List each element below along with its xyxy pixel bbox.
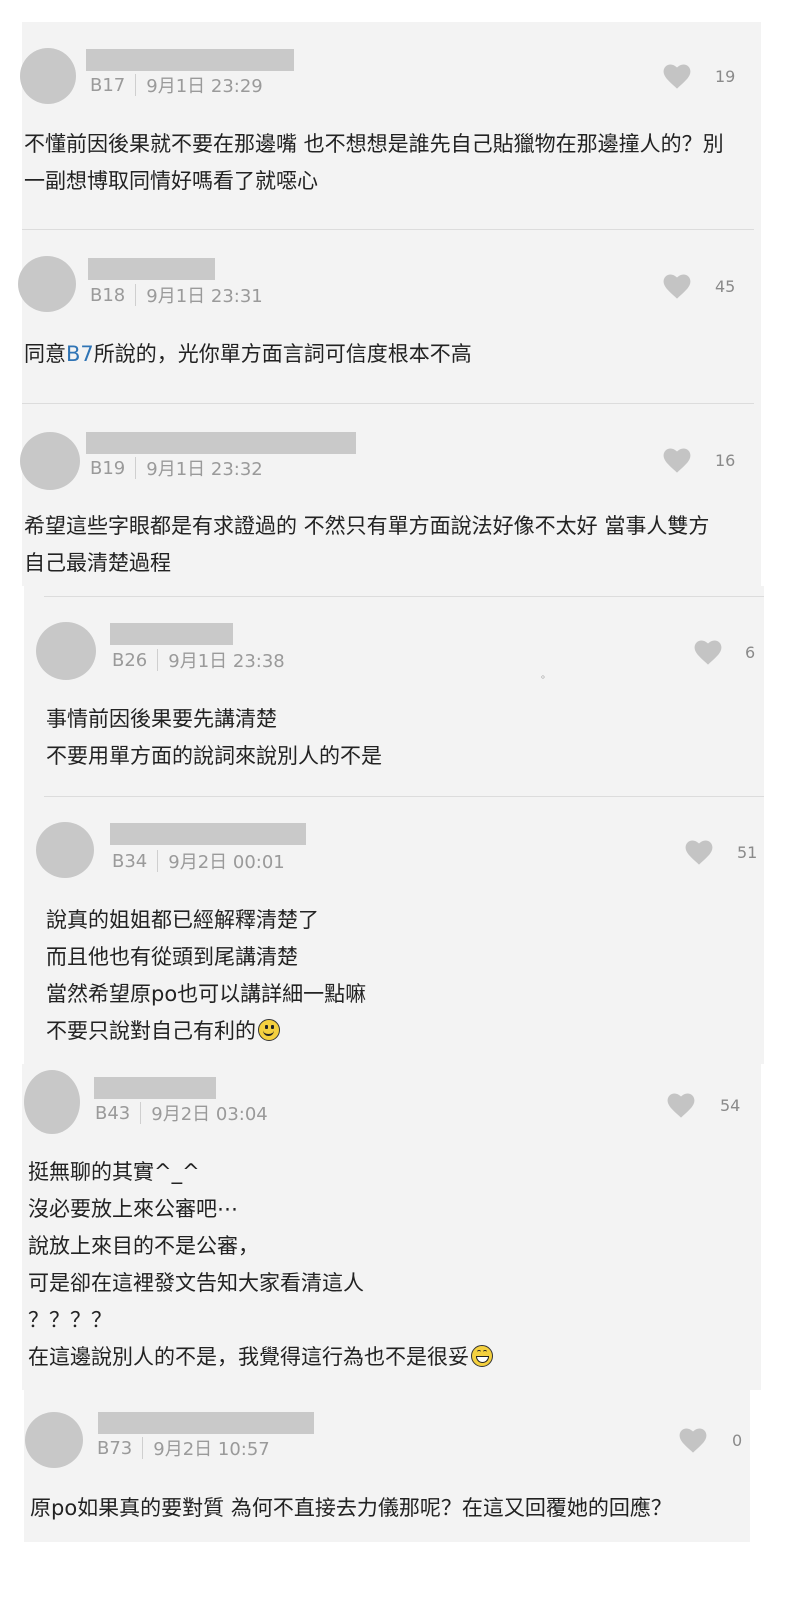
comment-text-pre: 同意 xyxy=(24,342,66,366)
comment-divider xyxy=(44,596,764,597)
grinning-face-emoji xyxy=(471,1345,493,1367)
comment-line: 一副想博取同情好嗎看了就噁心 xyxy=(24,169,318,193)
stray-mark: 。 xyxy=(541,670,551,681)
comment-body: 原po如果真的要對質 為何不直接去力儀那呢？在這又回覆她的回應？ xyxy=(30,1490,672,1527)
heart-icon[interactable] xyxy=(679,1428,707,1454)
floor-number[interactable]: B17 xyxy=(90,75,125,96)
comment-line: 在這邊說別人的不是，我覺得這行為也不是很妥 xyxy=(28,1339,493,1376)
comment-text: 在這邊說別人的不是，我覺得這行為也不是很妥 xyxy=(28,1345,469,1369)
username-redacted[interactable] xyxy=(86,49,294,71)
username-redacted[interactable] xyxy=(110,623,233,645)
comment-time: 9月1日 23:29 xyxy=(146,76,263,97)
comment-line: 說放上來目的不是公審， xyxy=(28,1234,259,1258)
comment-line: 沒必要放上來公審吧⋯ xyxy=(28,1197,238,1221)
comment-time: 9月1日 23:31 xyxy=(146,286,263,307)
comment-time: 9月1日 23:38 xyxy=(168,651,285,672)
comment-line: 同意B7所說的，光你單方面言詞可信度根本不高 xyxy=(24,336,472,373)
comment-meta: B17 9月1日 23:29 xyxy=(90,73,263,97)
heart-icon[interactable] xyxy=(663,64,691,90)
floor-number[interactable]: B18 xyxy=(90,285,125,306)
comment-body: 說真的姐姐都已經解釋清楚了 而且他也有從頭到尾講清楚 當然希望原po也可以講詳細… xyxy=(46,902,366,1050)
avatar[interactable] xyxy=(20,432,80,490)
comment-text-post: 所說的，光你單方面言詞可信度根本不高 xyxy=(93,342,472,366)
comment-meta: B43 9月2日 03:04 xyxy=(95,1101,268,1125)
comment-meta: B34 9月2日 00:01 xyxy=(112,849,285,873)
like-count: 45 xyxy=(715,277,736,296)
meta-divider xyxy=(135,74,137,96)
comment-line: 當然希望原po也可以講詳細一點嘛 xyxy=(46,982,367,1006)
avatar[interactable] xyxy=(36,822,94,878)
comment-body: 不懂前因後果就不要在那邊嘴 也不想想是誰先自己貼獵物在那邊撞人的？別 一副想博取… xyxy=(24,126,724,200)
avatar[interactable] xyxy=(36,622,96,680)
username-redacted[interactable] xyxy=(88,258,215,280)
avatar[interactable] xyxy=(20,48,76,104)
like-count: 16 xyxy=(715,451,736,470)
comment-meta: B73 9月2日 10:57 xyxy=(97,1436,270,1460)
meta-divider xyxy=(135,284,137,306)
meta-divider xyxy=(142,1437,144,1459)
comment-text: 不要只說對自己有利的 xyxy=(46,1019,256,1043)
comment-line: 而且他也有從頭到尾講清楚 xyxy=(46,945,298,969)
comment-body: 希望這些字眼都是有求證過的 不然只有單方面說法好像不太好 當事人雙方 自己最清楚… xyxy=(24,508,709,582)
comment-divider xyxy=(22,403,754,404)
avatar[interactable] xyxy=(25,1412,83,1468)
floor-number[interactable]: B73 xyxy=(97,1438,132,1459)
like-count: 51 xyxy=(737,843,758,862)
heart-icon[interactable] xyxy=(685,840,713,866)
comment-meta: B18 9月1日 23:31 xyxy=(90,283,263,307)
comment-line: ？？？？ xyxy=(28,1308,112,1332)
heart-icon[interactable] xyxy=(663,274,691,300)
comment-meta: B19 9月1日 23:32 xyxy=(90,456,263,480)
username-redacted[interactable] xyxy=(94,1077,216,1099)
comment-line: 自己最清楚過程 xyxy=(24,551,171,575)
comment-time: 9月1日 23:32 xyxy=(146,459,263,480)
floor-number[interactable]: B19 xyxy=(90,458,125,479)
like-count: 19 xyxy=(715,67,736,86)
comment-line: 挺無聊的其實^_^ xyxy=(28,1160,200,1184)
comment-meta: B26 9月1日 23:38 xyxy=(112,648,285,672)
meta-divider xyxy=(140,1102,142,1124)
heart-icon[interactable] xyxy=(663,448,691,474)
floor-number[interactable]: B26 xyxy=(112,650,147,671)
comment-time: 9月2日 10:57 xyxy=(153,1439,270,1460)
like-count: 6 xyxy=(745,643,756,662)
floor-number[interactable]: B43 xyxy=(95,1103,130,1124)
comment-line: 事情前因後果要先講清楚 xyxy=(46,707,277,731)
comment-line: 可是卻在這裡發文告知大家看清這人 xyxy=(28,1271,364,1295)
floor-number[interactable]: B34 xyxy=(112,851,147,872)
smiling-face-emoji xyxy=(258,1019,280,1041)
comment-time: 9月2日 00:01 xyxy=(168,852,285,873)
comment-divider xyxy=(44,796,764,797)
comment-line: 不懂前因後果就不要在那邊嘴 也不想想是誰先自己貼獵物在那邊撞人的？別 xyxy=(24,132,724,156)
comment-line: 說真的姐姐都已經解釋清楚了 xyxy=(46,908,319,932)
comment-line: 不要只說對自己有利的 xyxy=(46,1013,366,1050)
like-count: 54 xyxy=(720,1096,741,1115)
comment-body: 挺無聊的其實^_^ 沒必要放上來公審吧⋯ 說放上來目的不是公審， 可是卻在這裡發… xyxy=(28,1154,493,1376)
mention-link[interactable]: B7 xyxy=(66,342,94,366)
comment-line: 原po如果真的要對質 為何不直接去力儀那呢？在這又回覆她的回應？ xyxy=(30,1496,672,1520)
comment-time: 9月2日 03:04 xyxy=(151,1104,268,1125)
comment-body: 同意B7所說的，光你單方面言詞可信度根本不高 xyxy=(24,336,472,373)
username-redacted[interactable] xyxy=(110,823,306,845)
avatar[interactable] xyxy=(24,1070,80,1134)
meta-divider xyxy=(157,850,159,872)
username-redacted[interactable] xyxy=(86,432,356,454)
comment-body: 事情前因後果要先講清楚 不要用單方面的說詞來說別人的不是 xyxy=(46,701,382,775)
username-redacted[interactable] xyxy=(98,1412,314,1434)
avatar[interactable] xyxy=(18,256,76,312)
comment-line: 不要用單方面的說詞來說別人的不是 xyxy=(46,744,382,768)
meta-divider xyxy=(157,649,159,671)
meta-divider xyxy=(135,457,137,479)
heart-icon[interactable] xyxy=(667,1093,695,1119)
comment-line: 希望這些字眼都是有求證過的 不然只有單方面說法好像不太好 當事人雙方 xyxy=(24,514,710,538)
heart-icon[interactable] xyxy=(694,640,722,666)
comment-divider xyxy=(22,229,754,230)
like-count: 0 xyxy=(732,1431,743,1450)
